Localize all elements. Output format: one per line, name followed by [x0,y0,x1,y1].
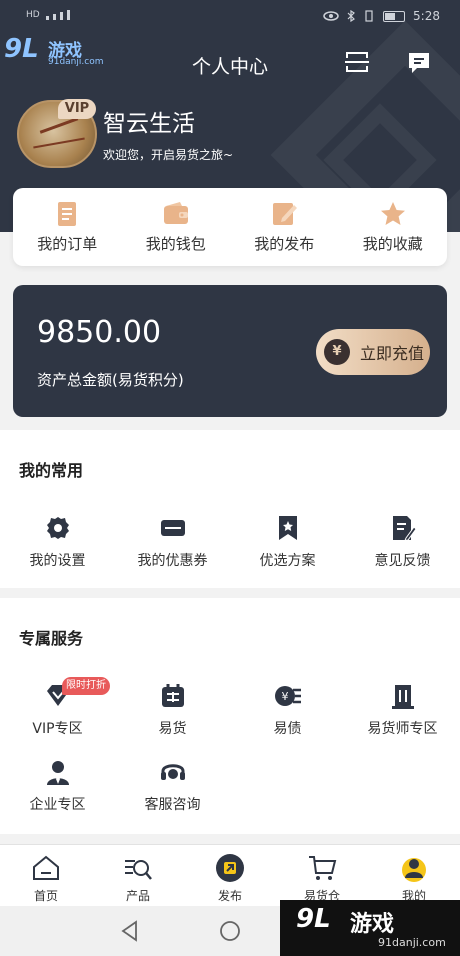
grid-item-label: 客服咨询 [144,797,201,813]
signal-indicator: HD [26,10,70,20]
scan-icon[interactable] [344,50,370,74]
exchange-item[interactable]: 易货 [115,682,230,752]
watermark-badge: 9L 游戏 91danji.com [280,900,460,956]
cart-icon [309,856,337,880]
quick-links-card: 我的订单 我的钱包 我的发布 我的收藏 [13,188,447,266]
discount-tag: 限时打折 [62,677,110,695]
user-name: 智云生活 [103,111,195,137]
gear-icon [46,517,69,539]
bookmark-icon [278,516,297,540]
watermark-url: 91danji.com [378,936,446,949]
debt-item[interactable]: ¥ 易债 [230,682,345,752]
exchange-icon [161,684,184,707]
coupon-item[interactable]: 我的优惠券 [115,514,230,584]
page-title: 个人中心 [191,56,268,78]
clock: 5:28 [413,9,440,23]
watermark-mark: 9L [296,904,331,934]
svg-text:¥: ¥ [281,690,288,703]
grid-item-label: 易货师专区 [367,721,438,737]
star-icon [380,202,405,225]
bluetooth-icon [347,10,355,22]
home-icon [33,855,59,880]
tab-product[interactable]: 产品 [92,845,184,906]
recharge-button[interactable]: ¥ 立即充值 [316,329,430,375]
quick-link-label: 我的发布 [254,235,315,253]
quick-link-label: 我的钱包 [145,235,206,253]
tab-home[interactable]: 首页 [0,845,92,906]
customer-service-item[interactable]: 客服咨询 [115,758,230,828]
tab-label: 发布 [217,889,242,903]
grid-item-label: 优选方案 [259,553,316,569]
building-icon [391,685,414,709]
tab-bar: 首页 产品 发布 易货仓 我的 [0,844,460,906]
grid-item-label: 意见反馈 [374,553,431,569]
services-section: 专属服务 VIP专区 易货 ¥ 易债 易货师专区 企业专区 客服咨询 [0,598,460,834]
wallet-icon [163,202,188,224]
back-icon[interactable] [120,920,140,942]
grid-item-label: VIP专区 [32,721,83,737]
status-icons: 5:28 [323,9,440,23]
quick-link-publish[interactable]: 我的发布 [230,188,339,266]
asset-value: 9850.00 [37,315,162,350]
battery-icon [383,10,406,22]
tab-mine[interactable]: 我的 [368,845,460,906]
status-bar: HD 5:28 [0,0,460,34]
section-title: 专属服务 [19,629,84,648]
grid-item-label: 企业专区 [29,797,86,813]
tab-label: 产品 [125,889,150,903]
grid-item-label: 易债 [273,721,302,737]
tab-label: 首页 [33,889,58,903]
grid-item-label: 易货 [158,721,187,737]
broker-zone-item[interactable]: 易货师专区 [345,682,460,752]
publish-icon [273,203,298,225]
tab-publish[interactable]: 发布 [184,845,276,906]
common-section: 我的常用 我的设置 我的优惠券 优选方案 意见反馈 [0,430,460,588]
quick-link-label: 我的收藏 [362,235,423,253]
asset-label: 资产总金额(易货积分) [37,371,184,389]
asset-card: 9850.00 资产总金额(易货积分) ¥ 立即充值 [13,285,447,417]
enterprise-item[interactable]: 企业专区 [0,758,115,828]
welcome-text: 欢迎您，开启易货之旅~ [103,148,234,162]
product-icon [125,860,152,880]
yen-icon: ¥ [324,339,350,365]
tab-warehouse[interactable]: 易货仓 [276,845,368,906]
quick-link-label: 我的订单 [37,235,98,253]
profile-icon [402,858,426,882]
recharge-label: 立即充值 [360,344,425,363]
quick-link-orders[interactable]: 我的订单 [13,188,122,266]
feedback-item[interactable]: 意见反馈 [345,514,460,584]
enterprise-icon [46,761,69,785]
vip-badge: VIP [58,99,96,119]
watermark-text: 游戏 [350,912,395,937]
feedback-icon [392,516,417,542]
message-icon[interactable] [406,50,432,76]
eye-icon [323,11,339,21]
headset-icon [160,764,185,780]
publish-icon [216,854,244,882]
grid-item-label: 我的优惠券 [137,553,208,569]
vibrate-icon [365,10,373,22]
settings-item[interactable]: 我的设置 [0,514,115,584]
order-icon [58,202,77,226]
grid-item-label: 我的设置 [29,553,86,569]
home-circle-icon[interactable] [219,920,241,942]
coupon-icon [160,520,185,536]
debt-icon: ¥ [274,686,301,706]
plan-item[interactable]: 优选方案 [230,514,345,584]
quick-link-favorites[interactable]: 我的收藏 [339,188,448,266]
carrier-label: HD [26,10,40,20]
section-title: 我的常用 [19,461,84,480]
quick-link-wallet[interactable]: 我的钱包 [122,188,231,266]
